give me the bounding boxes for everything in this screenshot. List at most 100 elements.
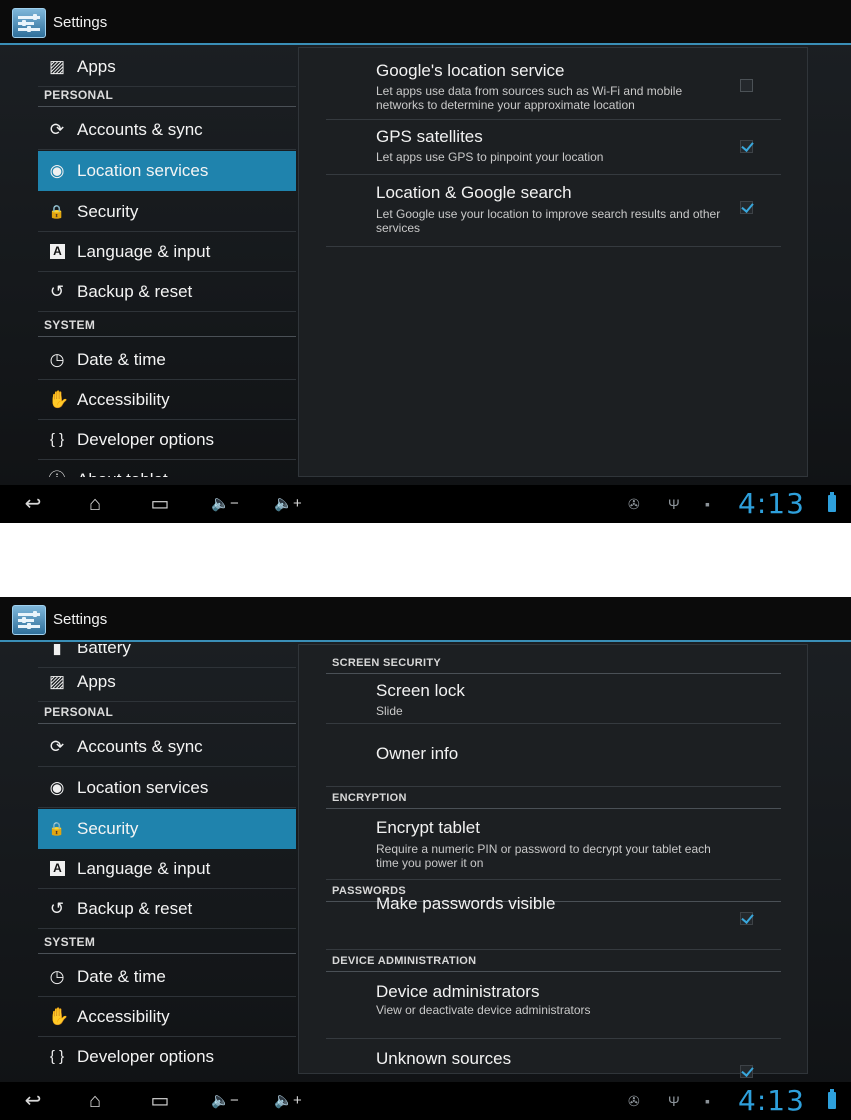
pref-gps-satellites[interactable]: GPS satellites Let apps use GPS to pinpoi… bbox=[326, 120, 781, 175]
detail-section-header: DEVICE ADMINISTRATION bbox=[326, 950, 781, 972]
pref-summary: Let apps use GPS to pinpoint your locati… bbox=[376, 150, 604, 164]
lock-icon: 🔒 bbox=[48, 204, 66, 219]
nav-item-accessibility[interactable]: ✋ Accessibility bbox=[38, 380, 296, 420]
nav-item-label: Date & time bbox=[77, 350, 166, 369]
checkbox-unchecked[interactable] bbox=[740, 79, 753, 92]
pref-summary: Slide bbox=[376, 704, 403, 718]
pref-summary: View or deactivate device administrators bbox=[376, 1003, 591, 1017]
volume-down-button[interactable]: 🔈− bbox=[205, 1088, 245, 1114]
nav-item-location-services[interactable]: ◉ Location services bbox=[38, 151, 296, 191]
nav-item-backup-and-reset[interactable]: ↺ Backup & reset bbox=[38, 889, 296, 929]
checkbox-checked[interactable] bbox=[740, 912, 753, 925]
pref-title: Location & Google search bbox=[376, 183, 572, 202]
back-button[interactable]: ↩ bbox=[18, 1088, 48, 1114]
volume-down-button[interactable]: 🔈− bbox=[205, 491, 245, 517]
pref-title: Encrypt tablet bbox=[376, 818, 480, 837]
nav-item-label: Accessibility bbox=[77, 390, 170, 409]
sd-card-icon: ▪ bbox=[705, 496, 710, 512]
action-bar: Settings bbox=[0, 0, 851, 45]
checkbox-checked[interactable] bbox=[740, 201, 753, 214]
nav-section-header: SYSTEM bbox=[38, 315, 296, 337]
nav-item-accounts-and-sync[interactable]: ⟳ Accounts & sync bbox=[38, 110, 296, 150]
pref-google-s-location-service[interactable]: Google's location service Let apps use da… bbox=[326, 55, 781, 120]
nav-item-apps[interactable]: ▨ Apps bbox=[38, 662, 296, 702]
detail-section-label: ENCRYPTION bbox=[332, 792, 407, 804]
detail-section-label: DEVICE ADMINISTRATION bbox=[332, 955, 477, 967]
back-button[interactable]: ↩ bbox=[18, 491, 48, 517]
nav-item-label: Security bbox=[77, 819, 139, 838]
settings-nav-list: ▨ Apps PERSONAL ⟳ Accounts & sync ◉ Location s… bbox=[38, 47, 296, 477]
pref-device-administrators[interactable]: Device administrators View or deactivate … bbox=[326, 972, 781, 1039]
nav-section-label: SYSTEM bbox=[44, 935, 96, 949]
nav-item-accessibility[interactable]: ✋ Accessibility bbox=[38, 997, 296, 1037]
status-clock: 4:13 bbox=[738, 1084, 805, 1117]
nav-item-language-and-input[interactable]: A Language & input bbox=[38, 849, 296, 889]
battery-icon bbox=[828, 1089, 836, 1109]
hand-icon: ✋ bbox=[48, 1007, 70, 1026]
detail-pane: SCREEN SECURITY Screen lock Slide Owner inf… bbox=[298, 644, 808, 1089]
nav-item-backup-and-reset[interactable]: ↺ Backup & reset bbox=[38, 272, 296, 312]
pref-title: Make passwords visible bbox=[376, 894, 556, 913]
nav-section-label: PERSONAL bbox=[44, 88, 114, 102]
keyboard-a-icon: A bbox=[50, 861, 65, 876]
pref-summary: Let Google use your location to improve … bbox=[376, 207, 721, 235]
nav-item-label: Backup & reset bbox=[77, 282, 193, 301]
status-clock: 4:13 bbox=[738, 487, 805, 520]
nav-item-developer-options[interactable]: { } Developer options bbox=[38, 1037, 296, 1074]
nav-section-header: PERSONAL bbox=[38, 702, 296, 724]
battery-icon: ▮ bbox=[52, 644, 62, 657]
pref-make-passwords-visible[interactable]: Make passwords visible bbox=[326, 880, 781, 950]
pref-encrypt-tablet[interactable]: Encrypt tablet Require a numeric PIN or p… bbox=[326, 809, 781, 880]
nav-item-label: Apps bbox=[77, 672, 116, 691]
nav-item-date-and-time[interactable]: ◷ Date & time bbox=[38, 340, 296, 380]
volume-up-button[interactable]: 🔈+ bbox=[268, 491, 308, 517]
apps-icon: ▨ bbox=[48, 57, 66, 76]
nav-item-label: Accessibility bbox=[77, 1007, 170, 1026]
keyboard-a-icon: A bbox=[50, 244, 65, 259]
pref-screen-lock[interactable]: Screen lock Slide bbox=[326, 674, 781, 724]
sd-card-icon: ▪ bbox=[705, 1093, 710, 1109]
nav-item-about-tablet[interactable]: ⓘ About tablet bbox=[38, 460, 296, 477]
pref-summary: Require a numeric PIN or password to dec… bbox=[376, 842, 711, 870]
action-bar: Settings bbox=[0, 597, 851, 642]
nav-item-label: Location services bbox=[77, 161, 209, 180]
home-button[interactable]: ⌂ bbox=[80, 1088, 110, 1114]
nav-item-security[interactable]: 🔒 Security bbox=[38, 809, 296, 849]
recent-apps-button[interactable]: ▭ bbox=[145, 1088, 175, 1114]
nav-item-accounts-and-sync[interactable]: ⟳ Accounts & sync bbox=[38, 727, 296, 767]
nav-section-header: PERSONAL bbox=[38, 85, 296, 107]
nav-item-security[interactable]: 🔒 Security bbox=[38, 192, 296, 232]
lock-icon: 🔒 bbox=[48, 821, 66, 836]
usb-icon: Ψ bbox=[668, 1093, 680, 1109]
nav-section-label: PERSONAL bbox=[44, 705, 114, 719]
usb-icon: Ψ bbox=[668, 496, 680, 512]
volume-up-button[interactable]: 🔈+ bbox=[268, 1088, 308, 1114]
recent-apps-button[interactable]: ▭ bbox=[145, 491, 175, 517]
pref-title: Unknown sources bbox=[376, 1049, 512, 1068]
home-button[interactable]: ⌂ bbox=[80, 491, 110, 517]
nav-item-language-and-input[interactable]: A Language & input bbox=[38, 232, 296, 272]
nav-item-developer-options[interactable]: { } Developer options bbox=[38, 420, 296, 460]
settings-app-icon[interactable] bbox=[12, 8, 46, 38]
nav-item-apps[interactable]: ▨ Apps bbox=[38, 47, 296, 87]
pref-summary: Let apps use data from sources such as W… bbox=[376, 84, 683, 112]
clock-icon: ◷ bbox=[49, 350, 65, 369]
settings-app-icon[interactable] bbox=[12, 605, 46, 635]
apps-icon: ▨ bbox=[48, 672, 66, 691]
nav-item-location-services[interactable]: ◉ Location services bbox=[38, 768, 296, 808]
nav-item-date-and-time[interactable]: ◷ Date & time bbox=[38, 957, 296, 997]
info-icon: ⓘ bbox=[48, 471, 66, 478]
checkbox-checked[interactable] bbox=[740, 140, 753, 153]
nav-section-label: SYSTEM bbox=[44, 318, 96, 332]
system-navigation-bar: ↩ ⌂ ▭ 🔈− 🔈+ ✇ Ψ ▪ 4:13 bbox=[0, 1082, 851, 1120]
battery-icon bbox=[828, 492, 836, 512]
pref-location-and-google-search[interactable]: Location & Google search Let Google use y… bbox=[326, 175, 781, 247]
nav-item-label: Location services bbox=[77, 778, 209, 797]
nav-item-label: Accounts & sync bbox=[77, 120, 203, 139]
checkbox-checked[interactable] bbox=[740, 1065, 753, 1078]
pref-title: Google's location service bbox=[376, 61, 565, 80]
pref-owner-info[interactable]: Owner info bbox=[326, 724, 781, 787]
sync-icon: ⟳ bbox=[49, 120, 65, 139]
nav-item-label: Developer options bbox=[77, 1047, 215, 1066]
detail-section-header: ENCRYPTION bbox=[326, 787, 781, 809]
